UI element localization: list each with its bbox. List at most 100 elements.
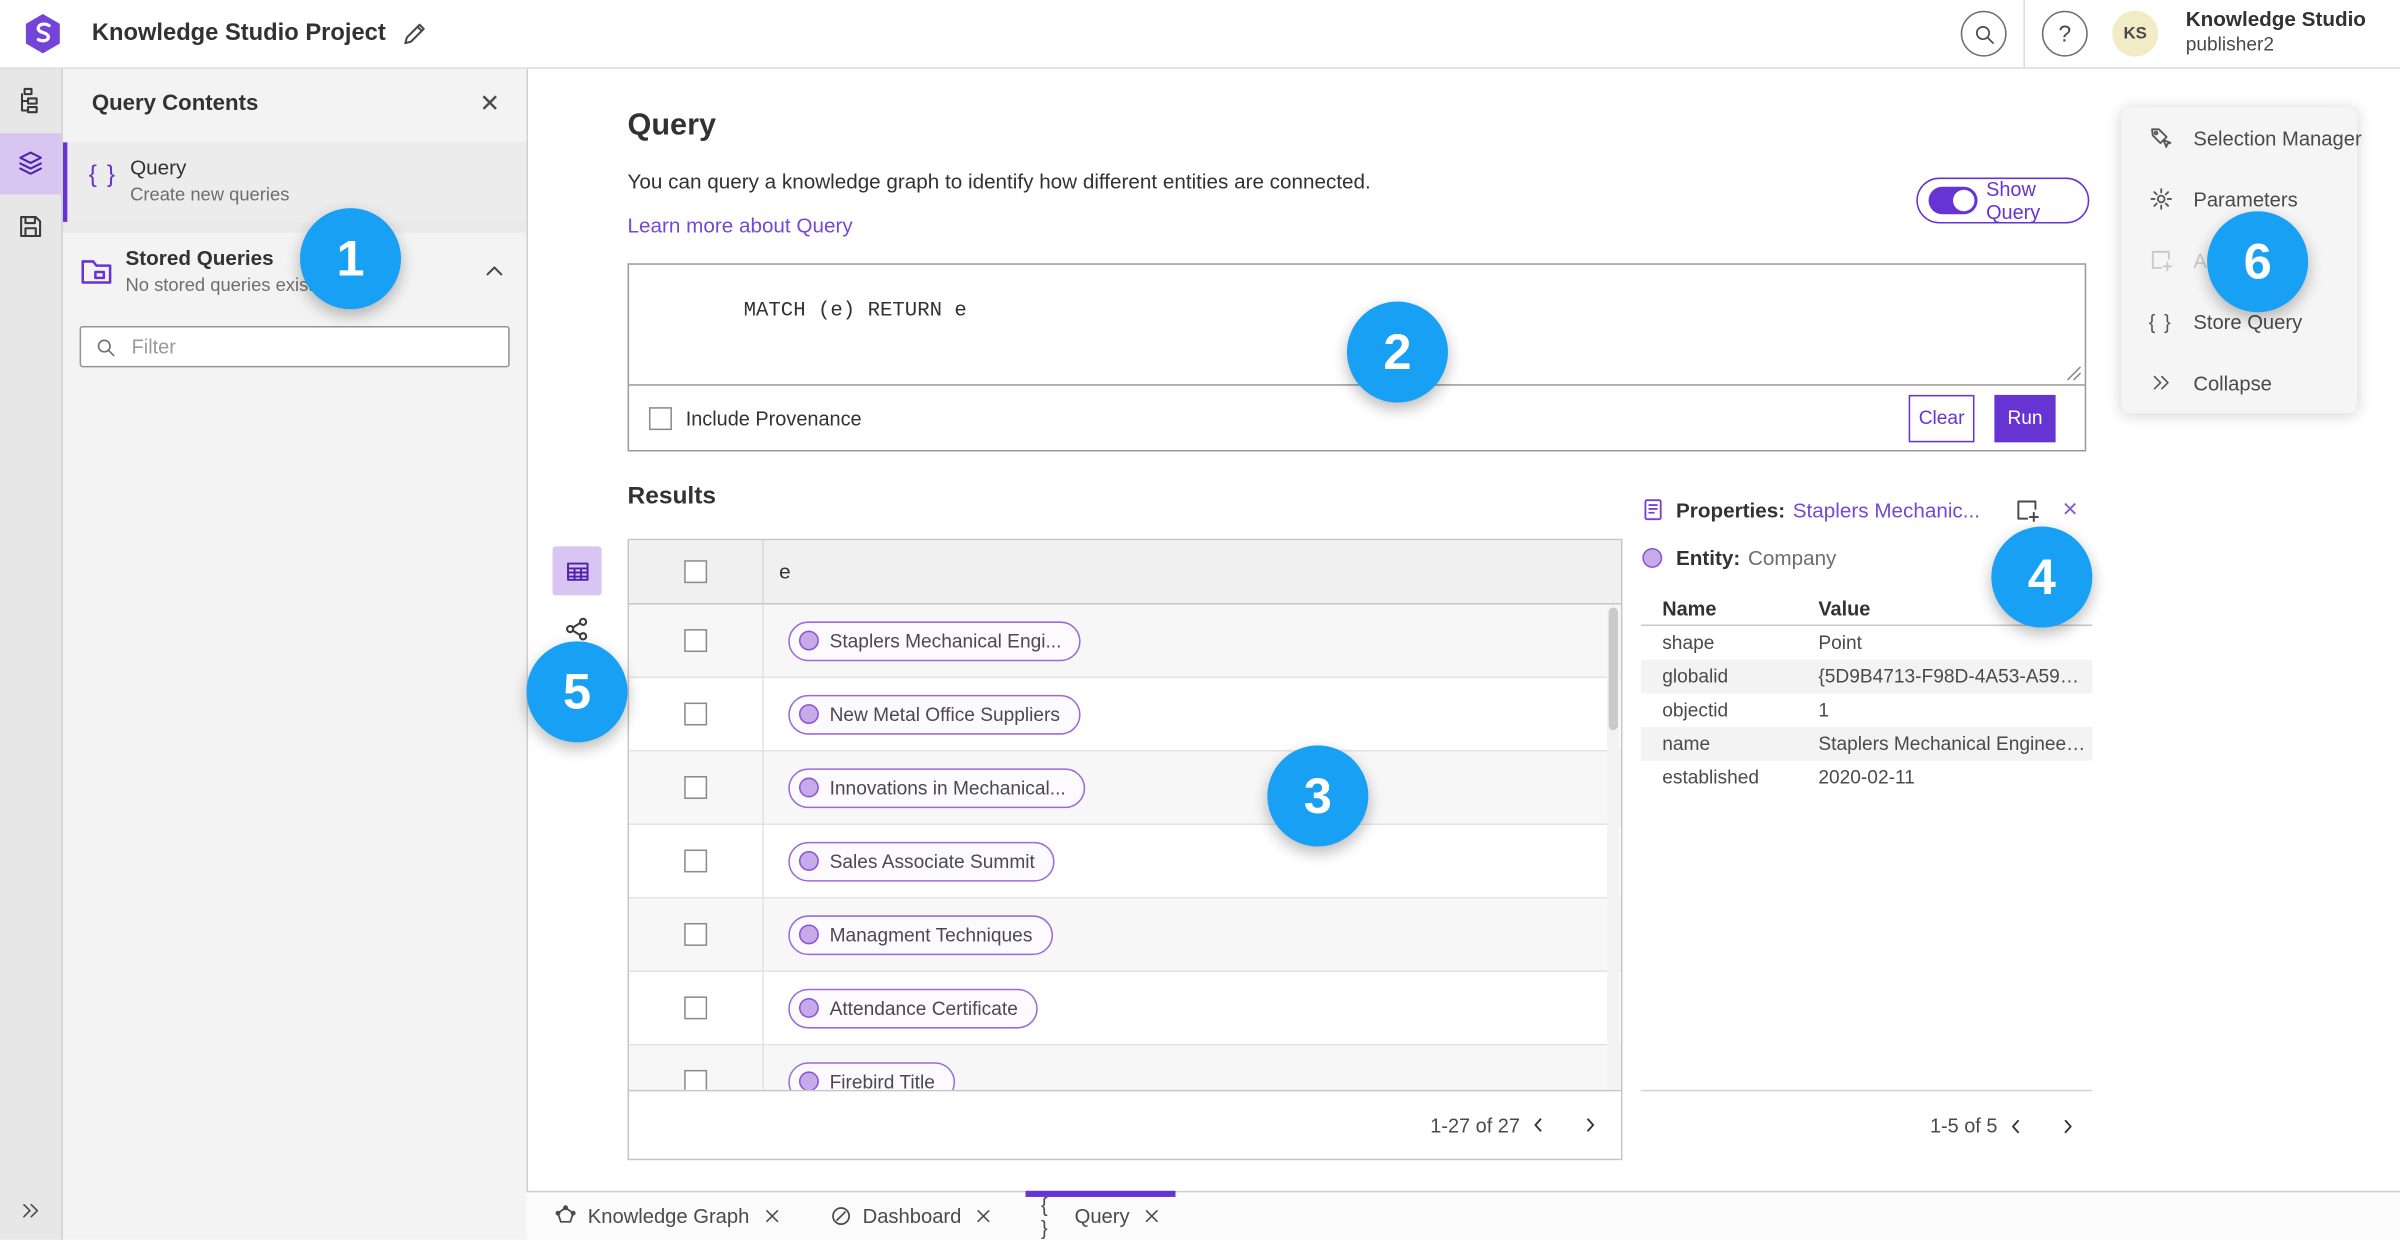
result-row[interactable]: Managment Techniques <box>629 898 1621 972</box>
top-bar: Knowledge Studio Project ? KS Knowledge … <box>0 0 2400 69</box>
properties-prev-page-button[interactable] <box>1997 1107 2034 1144</box>
property-row: shape Point <box>1641 626 2093 660</box>
show-query-toggle[interactable]: Show Query <box>1916 177 2090 224</box>
menu-item-selection-manager[interactable]: Selection Manager <box>2121 107 2362 168</box>
entity-pill[interactable]: Firebird Title <box>788 1061 955 1090</box>
result-row[interactable]: New Metal Office Suppliers <box>629 678 1621 752</box>
filter-input[interactable] <box>128 333 472 360</box>
entity-pill[interactable]: Sales Associate Summit <box>788 841 1055 881</box>
learn-more-link[interactable]: Learn more about Query <box>628 214 853 237</box>
callout-1: 1 <box>299 208 402 310</box>
query-editor-footer: Include Provenance Clear Run <box>629 386 2085 450</box>
sidebar-item-query[interactable]: { } Query Create new queries <box>62 142 527 222</box>
chevron-left-icon <box>1534 1118 1542 1132</box>
result-row[interactable]: Attendance Certificate <box>629 971 1621 1046</box>
entity-pill[interactable]: Innovations in Mechanical... <box>788 767 1086 808</box>
entity-pill[interactable]: Attendance Certificate <box>788 988 1038 1028</box>
entity-pill[interactable]: Managment Techniques <box>788 914 1053 955</box>
result-row[interactable]: Innovations in Mechanical... <box>629 751 1621 825</box>
properties-next-page-button[interactable] <box>2049 1107 2086 1144</box>
row-checkbox[interactable] <box>684 849 708 873</box>
save-icon <box>20 216 42 238</box>
results-heading: Results <box>627 483 717 510</box>
properties-close-icon[interactable]: ✕ <box>2062 498 2083 520</box>
row-checkbox[interactable] <box>684 629 708 653</box>
tab-query[interactable]: { } Query <box>1025 1190 1176 1240</box>
row-checkbox[interactable] <box>684 996 708 1020</box>
results-range-label: 1-27 of 27 <box>1430 1113 1520 1137</box>
tab-close-icon[interactable] <box>975 1208 992 1225</box>
resize-grip-icon[interactable] <box>2066 366 2081 381</box>
hierarchy-icon <box>20 87 38 114</box>
panel-close-icon[interactable]: ✕ <box>474 89 505 120</box>
user-avatar[interactable]: KS <box>2112 10 2159 57</box>
add-to-new-tab-icon[interactable] <box>2014 497 2040 523</box>
data-model-rail-button[interactable] <box>0 70 61 131</box>
help-button[interactable]: ? <box>2041 10 2088 57</box>
row-checkbox[interactable] <box>684 776 708 799</box>
stored-queries-filter <box>79 326 510 368</box>
property-row: established 2020-02-11 <box>1641 761 2093 795</box>
scrollbar-thumb[interactable] <box>1608 607 1618 731</box>
row-checkbox[interactable] <box>684 922 708 946</box>
include-provenance-checkbox[interactable] <box>648 406 672 430</box>
results-scrollbar[interactable] <box>1607 604 1620 1090</box>
row-checkbox[interactable] <box>684 702 708 726</box>
tab-label: Dashboard <box>862 1204 962 1228</box>
callout-3: 3 <box>1267 745 1369 847</box>
user-menu[interactable]: Knowledge Studio publisher2 <box>2186 8 2366 57</box>
results-pagination: 1-27 of 27 <box>629 1089 1621 1159</box>
sidebar-item-stored-queries[interactable]: Stored Queries No stored queries exist <box>63 233 527 313</box>
chevron-up-icon[interactable] <box>481 257 509 285</box>
clear-button[interactable]: Clear <box>1908 394 1975 442</box>
property-value: 1 <box>1818 699 1830 721</box>
properties-table-body: shape Point globalid {5D9B4713-F98D-4A53… <box>1640 626 2093 795</box>
menu-item-collapse[interactable]: Collapse <box>2121 352 2357 413</box>
properties-entity-link[interactable]: Staplers Mechanic... <box>1793 498 1980 521</box>
select-all-checkbox[interactable] <box>684 560 708 584</box>
results-prev-page-button[interactable] <box>1520 1107 1557 1144</box>
chevron-right-icon <box>1587 1118 1595 1132</box>
result-row[interactable]: Firebird Title <box>629 1045 1621 1090</box>
property-name: established <box>1662 766 1760 789</box>
app-logo-icon[interactable] <box>21 12 64 55</box>
callout-2: 2 <box>1346 301 1448 403</box>
expand-rail-button[interactable] <box>0 1188 61 1234</box>
select-all-cell <box>629 540 764 604</box>
panel-header: Query Contents ✕ <box>62 67 527 144</box>
tab-dashboard[interactable]: Dashboard <box>814 1192 1008 1239</box>
gear-icon <box>2149 188 2172 210</box>
entity-pill[interactable]: Staplers Mechanical Engi... <box>788 620 1082 661</box>
panel-separator <box>62 221 527 233</box>
help-icon: ? <box>2058 20 2072 47</box>
entity-dot-icon <box>798 1071 819 1090</box>
row-checkbox[interactable] <box>684 1069 708 1090</box>
query-item-title: Query <box>130 156 187 180</box>
contents-rail-button-active[interactable] <box>0 133 62 195</box>
tab-close-icon[interactable] <box>763 1208 780 1225</box>
link-chart-view-button[interactable] <box>563 615 591 643</box>
table-view-button-active[interactable] <box>552 546 602 596</box>
result-row[interactable]: Sales Associate Summit <box>629 824 1621 899</box>
entity-type: Company <box>1747 545 1837 569</box>
edit-title-icon[interactable] <box>401 20 429 48</box>
property-name: name <box>1662 733 1711 755</box>
property-row: globalid {5D9B4713-F98D-4A53-A59F-C11... <box>1640 659 2093 694</box>
tab-close-icon[interactable] <box>1143 1208 1160 1225</box>
entity-pill-label: Sales Associate Summit <box>829 850 1035 872</box>
tab-knowledge-graph[interactable]: Knowledge Graph <box>539 1192 795 1239</box>
result-row[interactable]: Staplers Mechanical Engi... <box>629 604 1621 679</box>
tab-label: Knowledge Graph <box>587 1204 750 1228</box>
entity-dot-icon <box>1642 547 1663 568</box>
search-button[interactable] <box>1960 10 2007 57</box>
run-button[interactable]: Run <box>1994 394 2056 442</box>
save-rail-button[interactable] <box>0 196 61 257</box>
entity-dot-icon <box>798 851 819 871</box>
row-checkbox-cell <box>629 1045 764 1090</box>
entity-pill[interactable]: New Metal Office Suppliers <box>788 694 1080 734</box>
results-next-page-button[interactable] <box>1572 1107 1609 1144</box>
braces-icon: { } <box>2148 309 2173 333</box>
braces-icon: { } <box>1040 1193 1050 1240</box>
results-table-body: Staplers Mechanical Engi... New Metal Of… <box>629 604 1621 1090</box>
row-checkbox-cell <box>629 898 764 971</box>
